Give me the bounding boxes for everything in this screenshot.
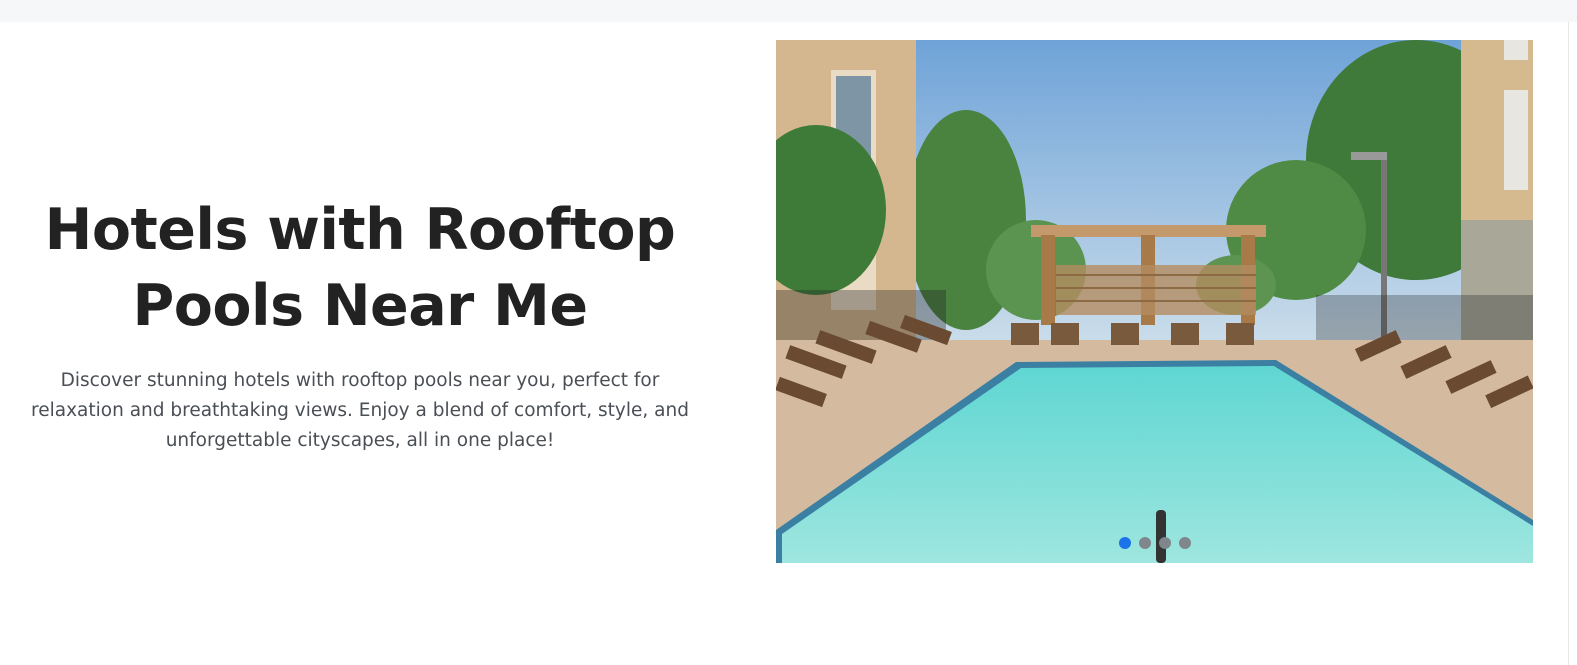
hero-text-block: Hotels with Rooftop Pools Near Me Discov… (20, 192, 700, 456)
image-carousel[interactable] (776, 40, 1533, 563)
hero-title-line2: Pools Near Me (132, 273, 588, 339)
carousel-indicator-4[interactable] (1178, 537, 1191, 549)
carousel-indicator-3[interactable] (1158, 537, 1171, 549)
carousel-indicator-2[interactable] (1138, 537, 1151, 549)
hero-title-line1: Hotels with Rooftop (44, 197, 676, 263)
carousel-indicator-1[interactable] (1118, 537, 1131, 549)
top-bar (0, 0, 1577, 22)
hero-title: Hotels with Rooftop Pools Near Me (20, 192, 700, 344)
carousel-indicators (776, 537, 1533, 549)
hero-description: Discover stunning hotels with rooftop po… (31, 370, 689, 451)
carousel-slide-image (776, 40, 1533, 563)
